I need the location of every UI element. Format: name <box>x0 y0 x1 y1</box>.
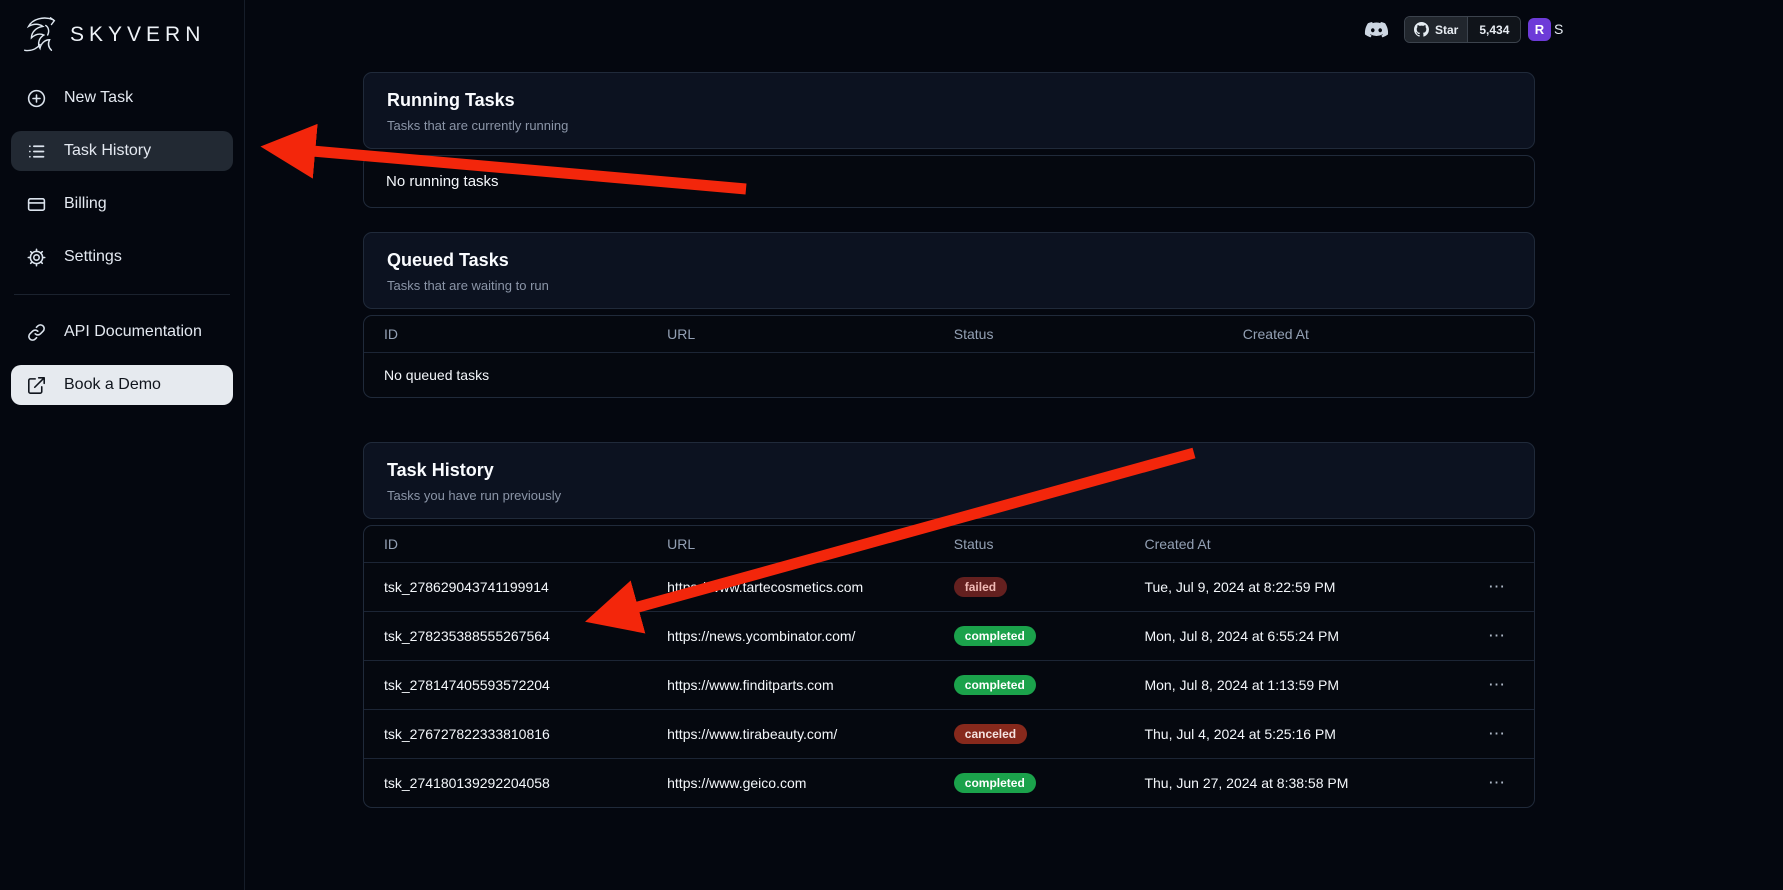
table-row[interactable]: tsk_278629043741199914 https://www.tarte… <box>364 563 1534 612</box>
main-content: Running Tasks Tasks that are currently r… <box>363 72 1535 832</box>
task-history-section: Task History Tasks you have run previous… <box>363 442 1535 808</box>
sidebar: SKYVERN New Task Task History Billing <box>0 0 245 890</box>
created-at-cell: Mon, Jul 8, 2024 at 6:55:24 PM <box>1124 612 1459 661</box>
sidebar-item-label: Billing <box>64 195 107 213</box>
table-row[interactable]: tsk_276727822333810816 https://www.tirab… <box>364 710 1534 759</box>
sidebar-item-api-documentation[interactable]: API Documentation <box>11 312 233 352</box>
gear-icon <box>26 247 47 268</box>
sidebar-item-label: New Task <box>64 89 133 107</box>
sidebar-nav: New Task Task History Billing Settings <box>11 78 233 277</box>
brand-name: SKYVERN <box>70 23 205 47</box>
task-url-cell: https://news.ycombinator.com/ <box>647 612 934 661</box>
task-url-cell: https://www.tirabeauty.com/ <box>647 710 934 759</box>
user-name-truncated: S <box>1554 21 1563 37</box>
section-title: Queued Tasks <box>387 250 1511 271</box>
running-tasks-header: Running Tasks Tasks that are currently r… <box>363 72 1535 149</box>
column-header-id: ID <box>364 316 647 353</box>
skyvern-dragon-icon <box>17 14 63 56</box>
status-badge: failed <box>954 577 1007 597</box>
running-tasks-section: Running Tasks Tasks that are currently r… <box>363 72 1535 208</box>
user-avatar[interactable]: R <box>1528 18 1551 41</box>
github-icon <box>1414 22 1429 37</box>
row-actions-button[interactable]: ⋯ <box>1459 612 1534 661</box>
queued-tasks-empty-row: No queued tasks <box>364 353 1534 398</box>
status-badge: completed <box>954 773 1036 793</box>
task-id-cell: tsk_278235388555267564 <box>364 612 647 661</box>
section-title: Task History <box>387 460 1511 481</box>
github-star-count: 5,434 <box>1467 17 1520 42</box>
task-history-header: Task History Tasks you have run previous… <box>363 442 1535 519</box>
ellipsis-icon: ⋯ <box>1488 773 1505 792</box>
sidebar-item-task-history[interactable]: Task History <box>11 131 233 171</box>
task-history-table: ID URL Status Created At tsk_27862904374… <box>363 525 1535 808</box>
github-star-label: Star <box>1435 23 1458 37</box>
column-header-created-at: Created At <box>1223 316 1534 353</box>
logo[interactable]: SKYVERN <box>11 10 233 78</box>
table-row[interactable]: tsk_278235388555267564 https://news.ycom… <box>364 612 1534 661</box>
ellipsis-icon: ⋯ <box>1488 724 1505 743</box>
list-icon <box>26 141 47 162</box>
running-tasks-empty-text: No running tasks <box>364 156 1534 207</box>
task-id-cell: tsk_276727822333810816 <box>364 710 647 759</box>
github-star-widget[interactable]: Star 5,434 <box>1404 16 1521 43</box>
queued-tasks-section: Queued Tasks Tasks that are waiting to r… <box>363 232 1535 398</box>
created-at-cell: Thu, Jun 27, 2024 at 8:38:58 PM <box>1124 759 1459 808</box>
queued-tasks-empty-text: No queued tasks <box>364 353 1534 398</box>
queued-tasks-header: Queued Tasks Tasks that are waiting to r… <box>363 232 1535 309</box>
column-header-status: Status <box>934 316 1223 353</box>
ellipsis-icon: ⋯ <box>1488 626 1505 645</box>
link-icon <box>26 322 47 343</box>
column-header-actions <box>1459 526 1534 563</box>
created-at-cell: Thu, Jul 4, 2024 at 5:25:16 PM <box>1124 710 1459 759</box>
sidebar-item-billing[interactable]: Billing <box>11 184 233 224</box>
sidebar-secondary-nav: API Documentation Book a Demo <box>11 312 233 405</box>
section-title: Running Tasks <box>387 90 1511 111</box>
task-history-body: tsk_278629043741199914 https://www.tarte… <box>364 563 1534 808</box>
ellipsis-icon: ⋯ <box>1488 577 1505 596</box>
status-badge: completed <box>954 626 1036 646</box>
sidebar-item-new-task[interactable]: New Task <box>11 78 233 118</box>
section-subtitle: Tasks that are currently running <box>387 118 1511 133</box>
sidebar-item-label: Book a Demo <box>64 376 161 394</box>
sidebar-item-settings[interactable]: Settings <box>11 237 233 277</box>
task-url-cell: https://www.finditparts.com <box>647 661 934 710</box>
section-subtitle: Tasks that are waiting to run <box>387 278 1511 293</box>
row-actions-button[interactable]: ⋯ <box>1459 710 1534 759</box>
column-header-status: Status <box>934 526 1125 563</box>
column-header-url: URL <box>647 316 934 353</box>
column-header-url: URL <box>647 526 934 563</box>
plus-circle-icon <box>26 88 47 109</box>
task-id-cell: tsk_274180139292204058 <box>364 759 647 808</box>
created-at-cell: Mon, Jul 8, 2024 at 1:13:59 PM <box>1124 661 1459 710</box>
row-actions-button[interactable]: ⋯ <box>1459 563 1534 612</box>
running-tasks-body: No running tasks <box>363 155 1535 208</box>
status-badge: completed <box>954 675 1036 695</box>
row-actions-button[interactable]: ⋯ <box>1459 661 1534 710</box>
column-header-id: ID <box>364 526 647 563</box>
task-url-cell: https://www.tartecosmetics.com <box>647 563 934 612</box>
ellipsis-icon: ⋯ <box>1488 675 1505 694</box>
credit-card-icon <box>26 194 47 215</box>
table-row[interactable]: tsk_278147405593572204 https://www.findi… <box>364 661 1534 710</box>
row-actions-button[interactable]: ⋯ <box>1459 759 1534 808</box>
column-header-created-at: Created At <box>1124 526 1459 563</box>
discord-icon[interactable] <box>1363 17 1390 44</box>
queued-tasks-table: ID URL Status Created At No queued tasks <box>363 315 1535 398</box>
sidebar-item-label: API Documentation <box>64 323 202 341</box>
task-id-cell: tsk_278629043741199914 <box>364 563 647 612</box>
created-at-cell: Tue, Jul 9, 2024 at 8:22:59 PM <box>1124 563 1459 612</box>
table-row[interactable]: tsk_274180139292204058 https://www.geico… <box>364 759 1534 808</box>
section-subtitle: Tasks you have run previously <box>387 488 1511 503</box>
sidebar-divider <box>14 294 230 295</box>
status-badge: canceled <box>954 724 1027 744</box>
sidebar-item-label: Task History <box>64 142 151 160</box>
task-id-cell: tsk_278147405593572204 <box>364 661 647 710</box>
book-a-demo-button[interactable]: Book a Demo <box>11 365 233 405</box>
task-url-cell: https://www.geico.com <box>647 759 934 808</box>
external-link-icon <box>26 375 47 396</box>
sidebar-item-label: Settings <box>64 248 122 266</box>
